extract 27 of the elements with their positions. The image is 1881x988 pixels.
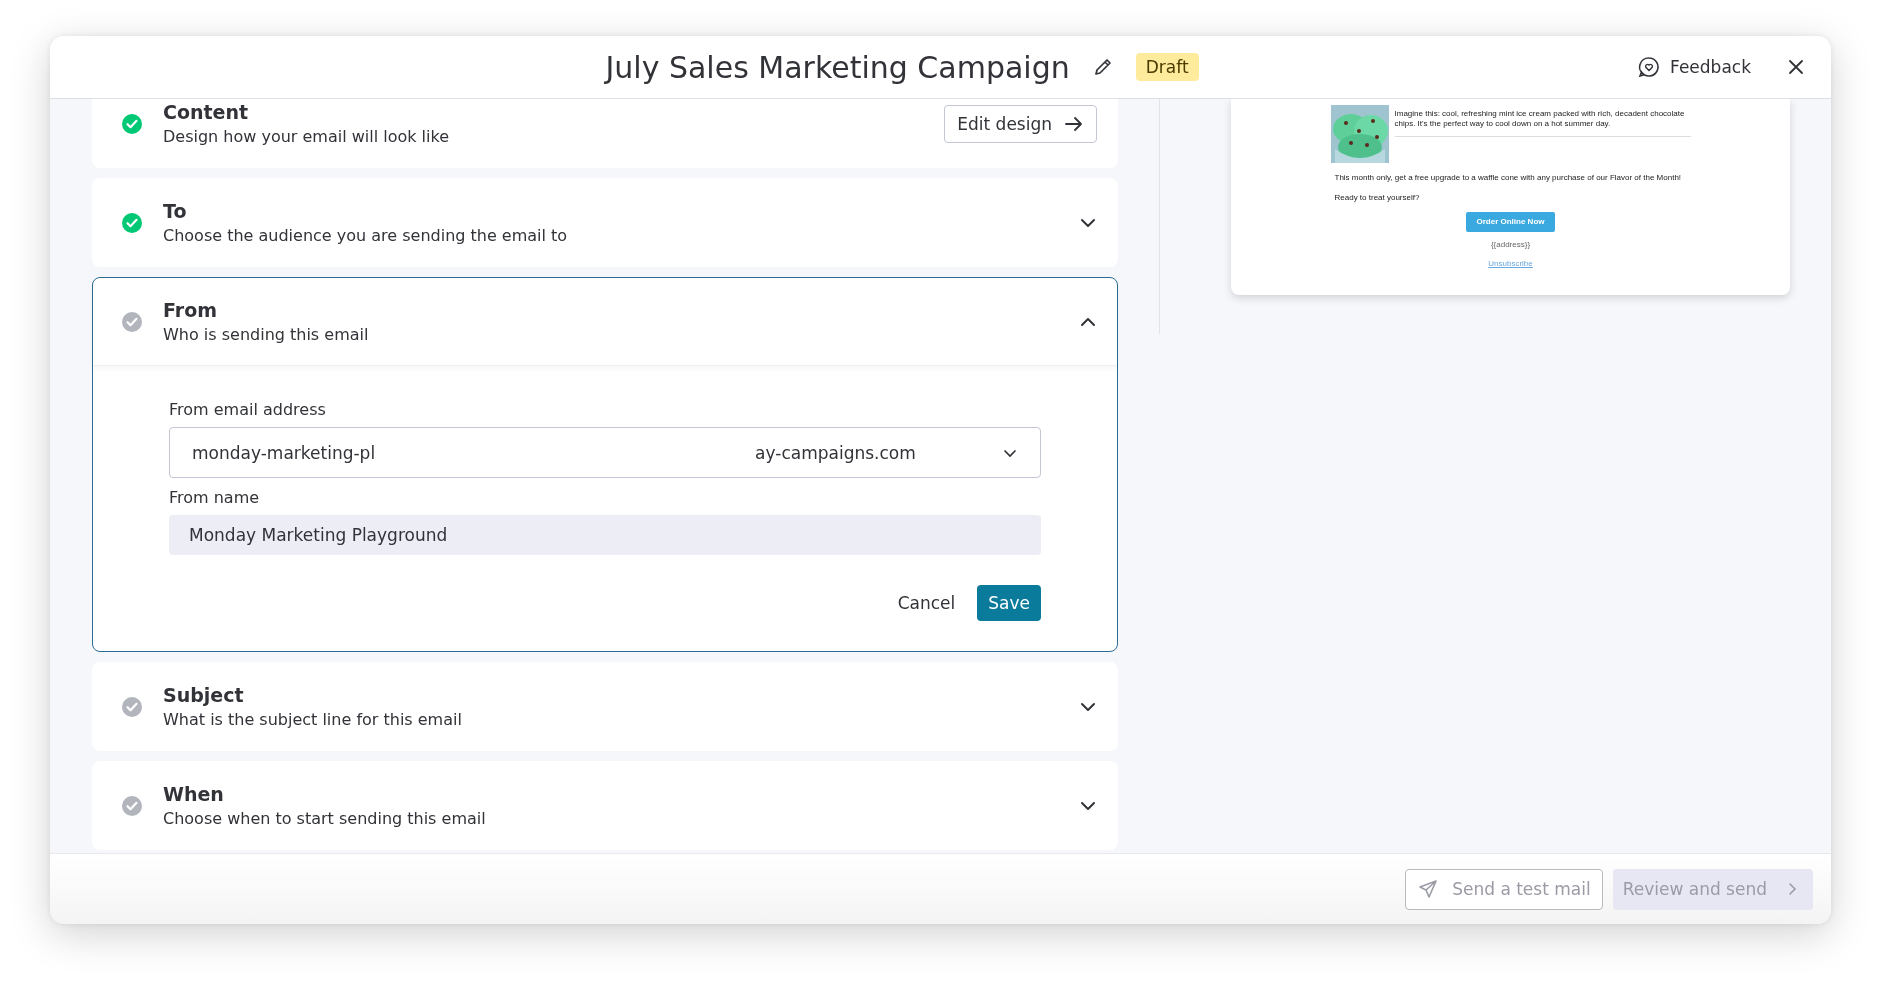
field-label: From email address <box>169 400 327 419</box>
preview-text: This month only, get a free upgrade to a waffle cone with any purchase of our Flavor of the Month! <box>1334 173 1683 183</box>
step-subtitle: Who is sending this email <box>163 325 370 344</box>
address-text: {{address}} <box>1490 239 1531 250</box>
step-subtitle: Choose when to start sending this email <box>163 809 487 828</box>
chat-heart-icon <box>1638 56 1661 78</box>
feedback-button[interactable]: Feedback <box>1634 52 1755 82</box>
save-button[interactable]: Save <box>977 585 1041 621</box>
edit-design-button[interactable]: Edit design <box>944 104 1097 143</box>
paper-plane-icon <box>1418 879 1439 899</box>
step-title: To <box>163 200 188 222</box>
campaign-title: July Sales Marketing Campaign <box>605 49 1070 85</box>
name-field[interactable]: Monday Marketing Playground <box>169 515 1041 555</box>
preview-text: Ready to treat yourself? <box>1334 192 1421 203</box>
preview-text: Imagine this: cool, refreshing mint ice cream packed with rich, decadent chocolate chips. It's the perfect way to cool down on a hot summer day. <box>1394 109 1686 129</box>
chevron-right-icon <box>1787 882 1799 896</box>
step-subtitle: Choose the audience you are sending the email to <box>163 226 569 245</box>
step-title: Subject <box>163 684 245 706</box>
status-badge: Draft <box>1135 53 1199 81</box>
step-subtitle: Design how your email will look like <box>163 127 450 146</box>
step-title: Content <box>163 101 250 123</box>
field-label: From name <box>169 488 261 507</box>
step-title: From <box>163 299 218 321</box>
step-subtitle: What is the subject line for this email <box>163 710 463 729</box>
step-title: When <box>163 783 225 805</box>
email-select[interactable]: monday-marketing-pl ay-campaigns.com <box>169 427 1041 478</box>
cancel-button[interactable]: Cancel <box>889 585 964 621</box>
